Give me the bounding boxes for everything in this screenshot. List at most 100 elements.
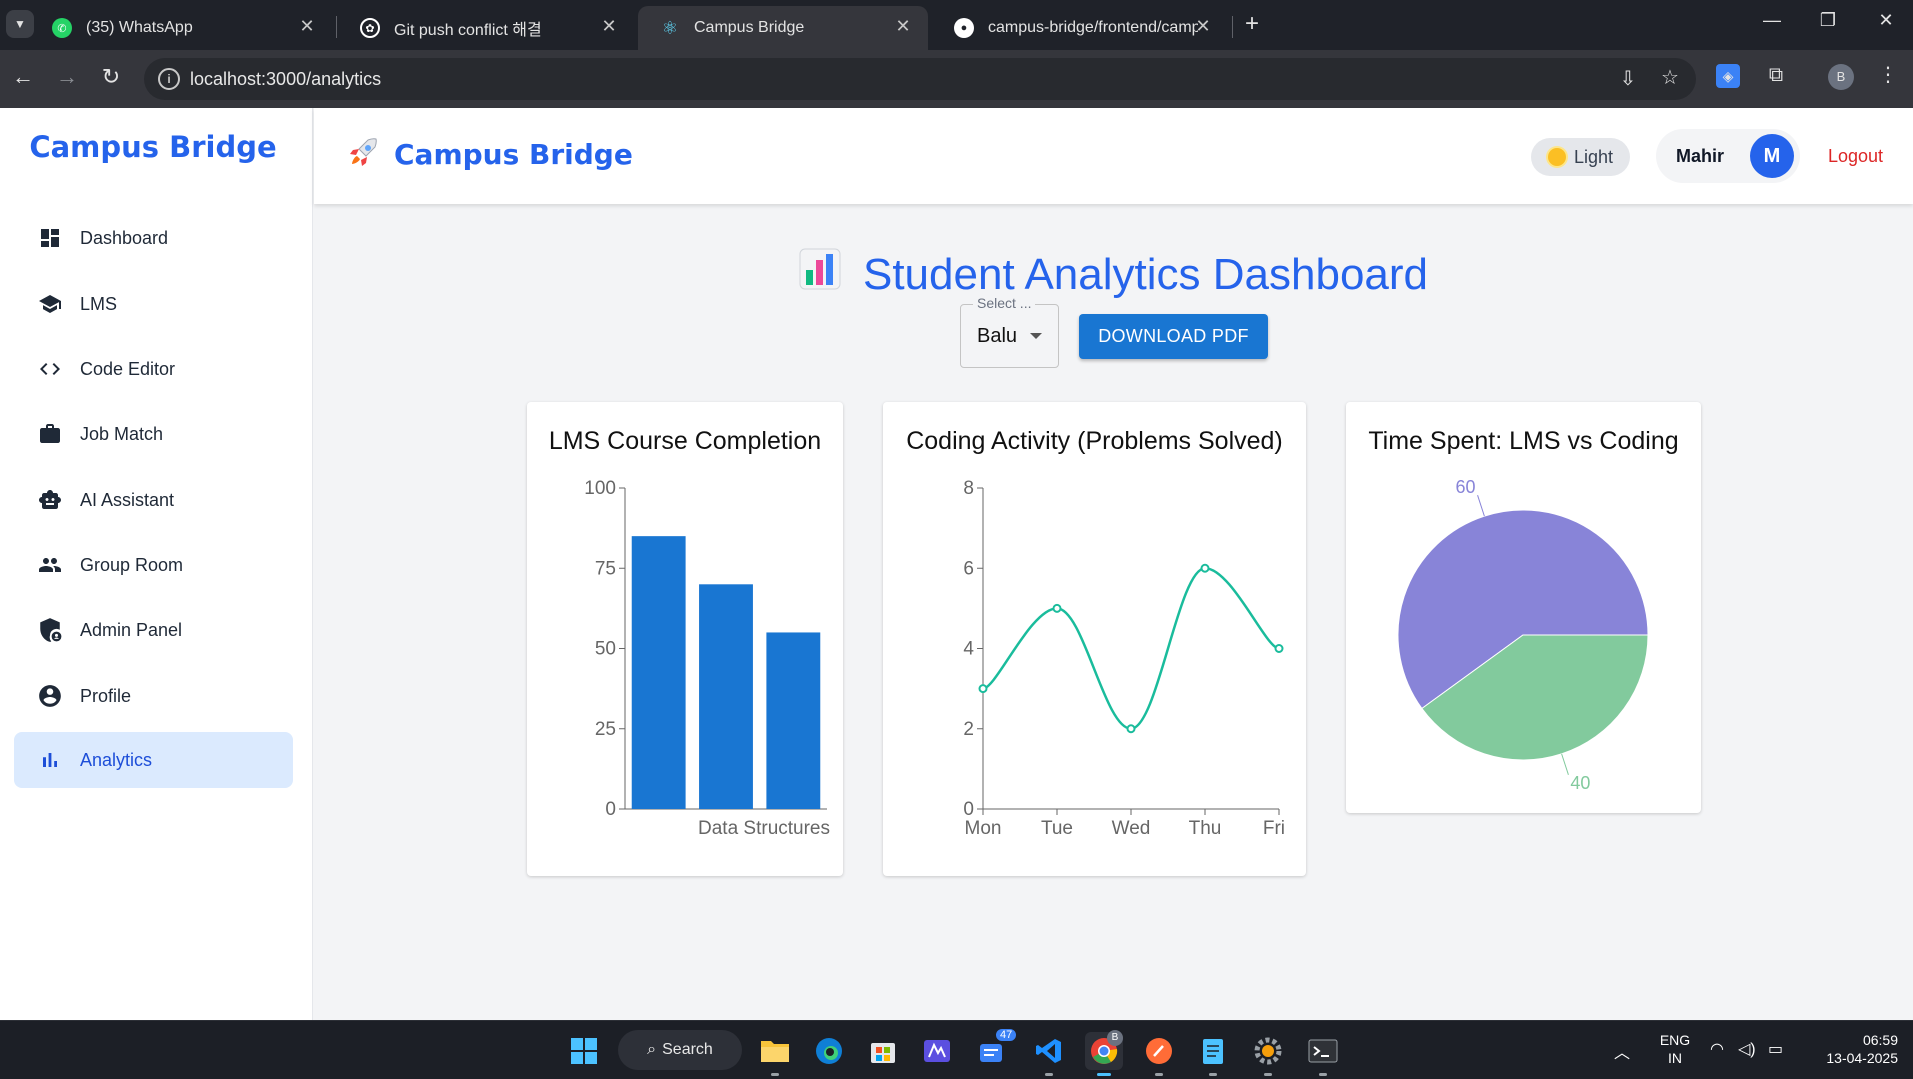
- time-spent-card: Time Spent: LMS vs Coding 60 40: [1346, 402, 1701, 813]
- sidebar-item-code-editor[interactable]: Code Editor: [14, 341, 293, 397]
- running-indicator: [1097, 1073, 1111, 1076]
- chevron-down-icon: ▼: [14, 17, 26, 31]
- postman-app[interactable]: [1140, 1032, 1178, 1076]
- sidebar-item-profile[interactable]: Profile: [14, 668, 293, 724]
- running-indicator: [771, 1073, 779, 1076]
- wifi-icon[interactable]: ◠: [1710, 1039, 1724, 1059]
- series-line: [982, 566, 1280, 731]
- minimize-button[interactable]: —: [1752, 10, 1792, 31]
- reload-button[interactable]: ↻: [96, 64, 126, 90]
- lms-completion-card: LMS Course Completion 0 25 50 75 100 Data Str…: [527, 402, 843, 876]
- bar-chart-emoji-icon: [799, 248, 841, 301]
- sidebar-item-ai-assistant[interactable]: AI Assistant: [14, 472, 293, 528]
- arrow-left-icon: ←: [12, 64, 34, 89]
- teams-app[interactable]: 47: [975, 1028, 1018, 1070]
- tab-whatsapp[interactable]: ✆ (35) WhatsApp ✕: [30, 6, 332, 50]
- user-chip[interactable]: Mahir M: [1656, 129, 1800, 183]
- header-brand[interactable]: Campus Bridge: [348, 136, 633, 173]
- chrome-app[interactable]: B: [1085, 1030, 1123, 1076]
- sidebar-item-admin-panel[interactable]: Admin Panel: [14, 602, 293, 658]
- folder-icon: [761, 1041, 789, 1062]
- account-circle-icon: [36, 682, 64, 710]
- close-icon[interactable]: ✕: [892, 16, 914, 37]
- notepad-app[interactable]: [1194, 1032, 1232, 1076]
- battery-icon[interactable]: ▭: [1768, 1039, 1783, 1059]
- sun-icon: [1547, 148, 1566, 166]
- restore-button[interactable]: ❐: [1808, 10, 1848, 31]
- download-pdf-button[interactable]: DOWNLOAD PDF: [1079, 314, 1268, 359]
- reload-icon: ↻: [101, 64, 121, 89]
- slice-label-line: [1561, 753, 1569, 775]
- postman-icon: [1146, 1038, 1172, 1064]
- file-explorer-app[interactable]: [756, 1032, 794, 1076]
- forward-button[interactable]: →: [52, 64, 82, 90]
- student-select[interactable]: Select ... Balu: [960, 295, 1059, 368]
- start-button[interactable]: [565, 1032, 603, 1070]
- close-icon[interactable]: ✕: [1192, 16, 1214, 37]
- settings-app[interactable]: [1249, 1032, 1287, 1076]
- bookmark-star-icon[interactable]: ☆: [1656, 65, 1684, 90]
- install-app-icon[interactable]: ⇩: [1614, 66, 1642, 91]
- y-tick-label: 25: [595, 719, 616, 740]
- tab-github[interactable]: ● campus-bridge/frontend/camp ✕: [932, 6, 1228, 50]
- user-name: Mahir: [1676, 145, 1725, 166]
- y-tick-label: 75: [595, 558, 616, 579]
- running-indicator: [1319, 1073, 1327, 1076]
- gear-icon: [1254, 1037, 1282, 1065]
- tab-chatgpt[interactable]: ✿ Git push conflict 해결 ✕: [338, 6, 634, 50]
- extensions-puzzle-icon[interactable]: ⧉: [1762, 64, 1790, 87]
- edge-app[interactable]: [810, 1032, 848, 1070]
- store-app[interactable]: [864, 1032, 902, 1070]
- windows-taskbar: ⌕ Search 47 B ︿ ENG IN ◠ ◁) ▭ 06:59 13-0…: [0, 1020, 1913, 1079]
- visual-studio-app[interactable]: [918, 1032, 956, 1070]
- language-indicator[interactable]: ENG IN: [1652, 1031, 1698, 1067]
- close-icon[interactable]: ✕: [296, 16, 318, 37]
- menu-kebab-icon[interactable]: ⋮: [1874, 62, 1902, 87]
- extension-icon[interactable]: ◈: [1716, 64, 1740, 88]
- page-title: Student Analytics Dashboard: [314, 248, 1913, 301]
- new-tab-button[interactable]: +: [1238, 10, 1266, 38]
- address-bar[interactable]: i localhost:3000/analytics ⇩ ☆: [144, 58, 1696, 100]
- close-icon[interactable]: ✕: [598, 16, 620, 37]
- vscode-app[interactable]: [1030, 1032, 1068, 1076]
- line-chart: 0 2 4 6 8 Mon Tue Wed Thu Fri: [963, 478, 1285, 839]
- sidebar-item-job-match[interactable]: Job Match: [14, 406, 293, 462]
- y-tick-label: 6: [963, 558, 974, 579]
- volume-icon[interactable]: ◁): [1738, 1039, 1756, 1059]
- graduation-cap-icon: [36, 290, 64, 318]
- running-indicator: [1045, 1073, 1053, 1076]
- select-label: Select ...: [973, 295, 1036, 311]
- theme-toggle-button[interactable]: Light: [1531, 138, 1630, 176]
- group-icon: [36, 551, 64, 579]
- logout-button[interactable]: Logout: [1828, 146, 1883, 167]
- search-label: Search: [662, 1041, 713, 1058]
- clock[interactable]: 06:59 13-04-2025: [1806, 1031, 1898, 1067]
- header-title: Campus Bridge: [394, 138, 633, 171]
- y-tick-label: 0: [963, 799, 974, 820]
- sidebar-item-lms[interactable]: LMS: [14, 276, 293, 332]
- bar: [631, 536, 686, 809]
- site-info-icon[interactable]: i: [158, 68, 180, 90]
- url-text[interactable]: localhost:3000/analytics: [190, 69, 381, 90]
- terminal-app[interactable]: [1304, 1032, 1342, 1076]
- back-button[interactable]: ←: [8, 64, 38, 90]
- sidebar-brand[interactable]: Campus Bridge: [0, 130, 306, 164]
- terminal-icon: [1308, 1039, 1338, 1063]
- sidebar-item-analytics[interactable]: Analytics: [14, 732, 293, 788]
- sidebar-item-dashboard[interactable]: Dashboard: [14, 210, 293, 266]
- y-tick-label: 50: [595, 639, 616, 660]
- code-icon: [36, 355, 64, 383]
- x-tick-label: Fri: [1263, 818, 1285, 839]
- profile-avatar[interactable]: B: [1828, 64, 1854, 90]
- app-header: Campus Bridge Light Mahir M Logout: [314, 108, 1913, 204]
- tray-overflow-chevron-up-icon[interactable]: ︿: [1614, 1039, 1630, 1063]
- clock-date: 13-04-2025: [1826, 1050, 1898, 1066]
- coding-activity-card: Coding Activity (Problems Solved) 02468M…: [883, 402, 1306, 876]
- app-root: Campus Bridge Dashboard LMS Code Editor …: [0, 108, 1913, 1020]
- close-window-button[interactable]: ✕: [1866, 10, 1906, 31]
- store-icon: [871, 1043, 895, 1063]
- sidebar-item-group-room[interactable]: Group Room: [14, 537, 293, 593]
- tab-campus-bridge[interactable]: ⚛ Campus Bridge ✕: [638, 6, 928, 50]
- avatar[interactable]: M: [1750, 134, 1794, 178]
- taskbar-search[interactable]: ⌕ Search: [618, 1030, 742, 1070]
